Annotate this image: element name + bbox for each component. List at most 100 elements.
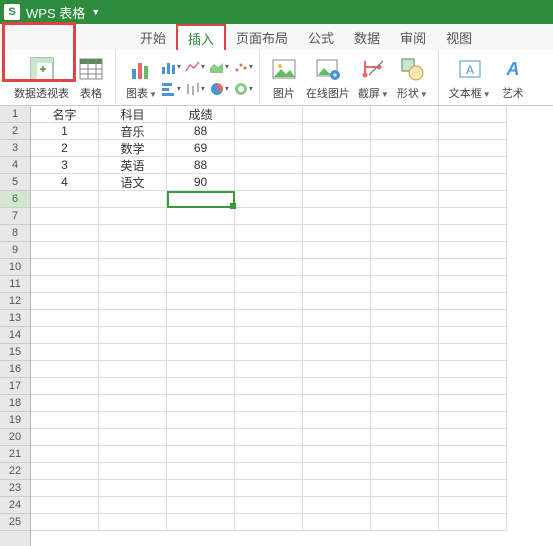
cell[interactable] <box>303 242 371 259</box>
cell[interactable] <box>303 293 371 310</box>
menu-formula[interactable]: 公式 <box>298 24 344 50</box>
cell[interactable] <box>303 327 371 344</box>
cell[interactable] <box>303 191 371 208</box>
cell[interactable] <box>31 276 99 293</box>
cell[interactable] <box>303 412 371 429</box>
cell[interactable] <box>31 497 99 514</box>
chart-button[interactable]: 图表▼ <box>122 53 161 103</box>
cell[interactable] <box>371 514 439 531</box>
cell[interactable] <box>99 208 167 225</box>
cell[interactable] <box>167 514 235 531</box>
cell[interactable] <box>167 327 235 344</box>
row-header[interactable]: 25 <box>0 514 30 531</box>
cell[interactable] <box>235 497 303 514</box>
cell[interactable] <box>99 514 167 531</box>
cell[interactable] <box>439 497 507 514</box>
row-header[interactable]: 18 <box>0 395 30 412</box>
cell[interactable] <box>371 344 439 361</box>
cell[interactable] <box>303 225 371 242</box>
cell[interactable] <box>371 463 439 480</box>
hbar-chart-icon[interactable]: ▾ <box>161 79 181 99</box>
cell[interactable] <box>439 310 507 327</box>
cell[interactable]: 4 <box>31 174 99 191</box>
row-header[interactable]: 5 <box>0 174 30 191</box>
cell[interactable] <box>167 191 235 208</box>
textbox-button[interactable]: A 文本框▼ <box>445 53 495 103</box>
cell[interactable] <box>303 106 371 123</box>
cell[interactable] <box>303 276 371 293</box>
cell[interactable] <box>31 446 99 463</box>
cell[interactable] <box>439 463 507 480</box>
cell[interactable] <box>31 191 99 208</box>
cell[interactable] <box>303 310 371 327</box>
cell[interactable] <box>439 344 507 361</box>
cell[interactable] <box>439 225 507 242</box>
cell[interactable] <box>371 140 439 157</box>
cell[interactable]: 成绩 <box>167 106 235 123</box>
cell[interactable] <box>371 208 439 225</box>
cell[interactable] <box>31 242 99 259</box>
pivot-table-button[interactable]: 数据透视表 <box>10 53 73 103</box>
cell[interactable] <box>235 480 303 497</box>
cell[interactable] <box>167 208 235 225</box>
cell[interactable] <box>31 293 99 310</box>
cell[interactable] <box>439 514 507 531</box>
cell[interactable] <box>235 157 303 174</box>
cell[interactable] <box>99 276 167 293</box>
cell[interactable] <box>167 480 235 497</box>
cell[interactable] <box>439 361 507 378</box>
cell[interactable] <box>235 208 303 225</box>
cell[interactable] <box>371 293 439 310</box>
cell[interactable] <box>31 344 99 361</box>
cell[interactable]: 科目 <box>99 106 167 123</box>
cell[interactable] <box>371 242 439 259</box>
row-header[interactable]: 1 <box>0 106 30 123</box>
cell[interactable] <box>303 344 371 361</box>
cell[interactable] <box>439 123 507 140</box>
cell[interactable] <box>439 276 507 293</box>
cell[interactable] <box>167 293 235 310</box>
cell[interactable] <box>99 412 167 429</box>
screenshot-button[interactable]: 截屏▼ <box>354 53 393 103</box>
cell[interactable] <box>235 395 303 412</box>
cell[interactable] <box>31 463 99 480</box>
row-header[interactable]: 24 <box>0 497 30 514</box>
cell[interactable] <box>31 395 99 412</box>
cell[interactable] <box>371 123 439 140</box>
menu-review[interactable]: 审阅 <box>390 24 436 50</box>
cell[interactable] <box>371 327 439 344</box>
cell[interactable]: 音乐 <box>99 123 167 140</box>
cell[interactable]: 语文 <box>99 174 167 191</box>
row-header[interactable]: 6 <box>0 191 30 208</box>
cell[interactable] <box>99 446 167 463</box>
cell[interactable] <box>31 378 99 395</box>
cell[interactable] <box>303 140 371 157</box>
cell[interactable] <box>235 344 303 361</box>
cell[interactable] <box>31 225 99 242</box>
cell[interactable] <box>303 429 371 446</box>
donut-chart-icon[interactable]: ▾ <box>233 79 253 99</box>
cell[interactable] <box>31 480 99 497</box>
cell[interactable] <box>167 378 235 395</box>
cell[interactable]: 3 <box>31 157 99 174</box>
row-header[interactable]: 9 <box>0 242 30 259</box>
cell[interactable] <box>99 497 167 514</box>
cell[interactable] <box>371 259 439 276</box>
cell[interactable] <box>303 123 371 140</box>
cell[interactable] <box>167 242 235 259</box>
cell[interactable] <box>235 123 303 140</box>
cell[interactable] <box>235 140 303 157</box>
row-header[interactable]: 3 <box>0 140 30 157</box>
cell[interactable] <box>371 361 439 378</box>
cell[interactable] <box>31 259 99 276</box>
cell[interactable] <box>303 157 371 174</box>
cell[interactable] <box>235 310 303 327</box>
cell[interactable] <box>303 259 371 276</box>
cell[interactable] <box>235 174 303 191</box>
row-header[interactable]: 11 <box>0 276 30 293</box>
cell[interactable] <box>31 208 99 225</box>
cell[interactable] <box>303 208 371 225</box>
cell[interactable] <box>99 225 167 242</box>
cell[interactable] <box>371 310 439 327</box>
cell[interactable] <box>31 361 99 378</box>
